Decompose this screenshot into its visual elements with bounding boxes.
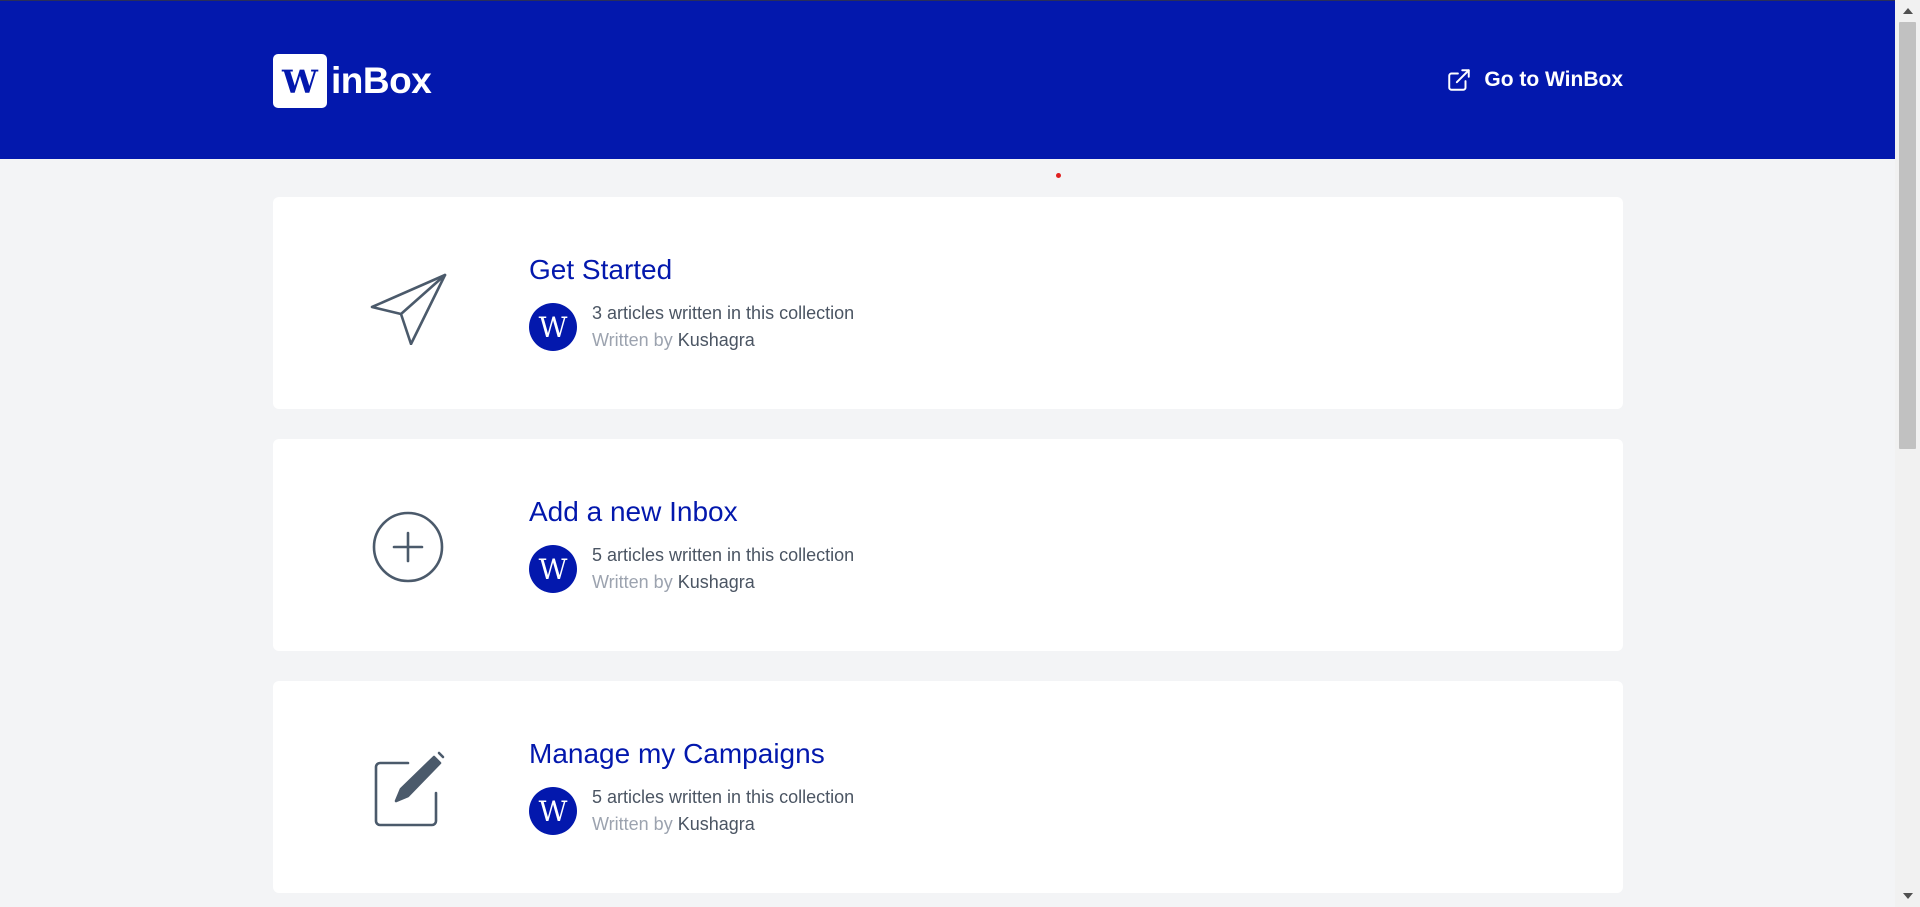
avatar: W bbox=[529, 787, 577, 835]
written-by-label: Written by bbox=[592, 330, 673, 350]
logo-mark: W bbox=[273, 54, 327, 108]
site-header: W inBox Go to WinBox bbox=[0, 0, 1895, 159]
author-name: Kushagra bbox=[677, 814, 755, 834]
svg-text:W: W bbox=[281, 66, 319, 96]
edit-pencil-icon bbox=[368, 749, 448, 829]
page: W inBox Go to WinBox Get Started W 3 art… bbox=[0, 0, 1920, 907]
indicator-dot bbox=[1056, 173, 1061, 178]
byline: Written by Kushagra bbox=[592, 569, 854, 596]
meta-text: 5 articles written in this collection Wr… bbox=[592, 784, 854, 838]
collection-body: Manage my Campaigns W 5 articles written… bbox=[529, 738, 854, 838]
scroll-up-arrow-icon[interactable] bbox=[1895, 2, 1920, 20]
avatar: W bbox=[529, 545, 577, 593]
scroll-down-arrow-icon[interactable] bbox=[1895, 887, 1920, 905]
avatar: W bbox=[529, 303, 577, 351]
byline: Written by Kushagra bbox=[592, 811, 854, 838]
article-count: 5 articles written in this collection bbox=[592, 545, 855, 565]
svg-text:W: W bbox=[539, 796, 568, 826]
author-name: Kushagra bbox=[677, 572, 755, 592]
written-by-label: Written by bbox=[592, 814, 673, 834]
collection-body: Add a new Inbox W 5 articles written in … bbox=[529, 496, 854, 596]
logo-text: inBox bbox=[331, 60, 432, 101]
paper-plane-icon bbox=[368, 265, 448, 346]
collection-title[interactable]: Get Started bbox=[529, 254, 854, 286]
author-name: Kushagra bbox=[677, 330, 755, 350]
written-by-label: Written by bbox=[592, 572, 673, 592]
collection-title[interactable]: Add a new Inbox bbox=[529, 496, 854, 528]
vertical-scrollbar[interactable] bbox=[1895, 0, 1920, 907]
collection-list: Get Started W 3 articles written in this… bbox=[273, 197, 1623, 907]
collection-meta: W 5 articles written in this collection … bbox=[529, 784, 854, 838]
collection-meta: W 3 articles written in this collection … bbox=[529, 300, 854, 354]
article-count: 3 articles written in this collection bbox=[592, 303, 855, 323]
collection-body: Get Started W 3 articles written in this… bbox=[529, 254, 854, 354]
collection-title[interactable]: Manage my Campaigns bbox=[529, 738, 854, 770]
byline: Written by Kushagra bbox=[592, 327, 854, 354]
collection-card-get-started[interactable]: Get Started W 3 articles written in this… bbox=[273, 197, 1623, 409]
meta-text: 3 articles written in this collection Wr… bbox=[592, 300, 854, 354]
go-to-winbox-link[interactable]: Go to WinBox bbox=[1446, 67, 1623, 93]
winbox-logo[interactable]: W inBox bbox=[273, 54, 432, 108]
article-count: 5 articles written in this collection bbox=[592, 787, 855, 807]
collection-meta: W 5 articles written in this collection … bbox=[529, 542, 854, 596]
logo-w-icon: W bbox=[281, 66, 319, 96]
external-link-icon bbox=[1446, 67, 1472, 93]
scrollbar-thumb[interactable] bbox=[1899, 22, 1916, 449]
plus-circle-icon bbox=[368, 507, 448, 587]
svg-text:W: W bbox=[539, 312, 568, 342]
go-to-winbox-label: Go to WinBox bbox=[1484, 68, 1623, 91]
svg-text:W: W bbox=[539, 554, 568, 584]
meta-text: 5 articles written in this collection Wr… bbox=[592, 542, 854, 596]
collection-card-manage-campaigns[interactable]: Manage my Campaigns W 5 articles written… bbox=[273, 681, 1623, 893]
collection-card-add-inbox[interactable]: Add a new Inbox W 5 articles written in … bbox=[273, 439, 1623, 651]
